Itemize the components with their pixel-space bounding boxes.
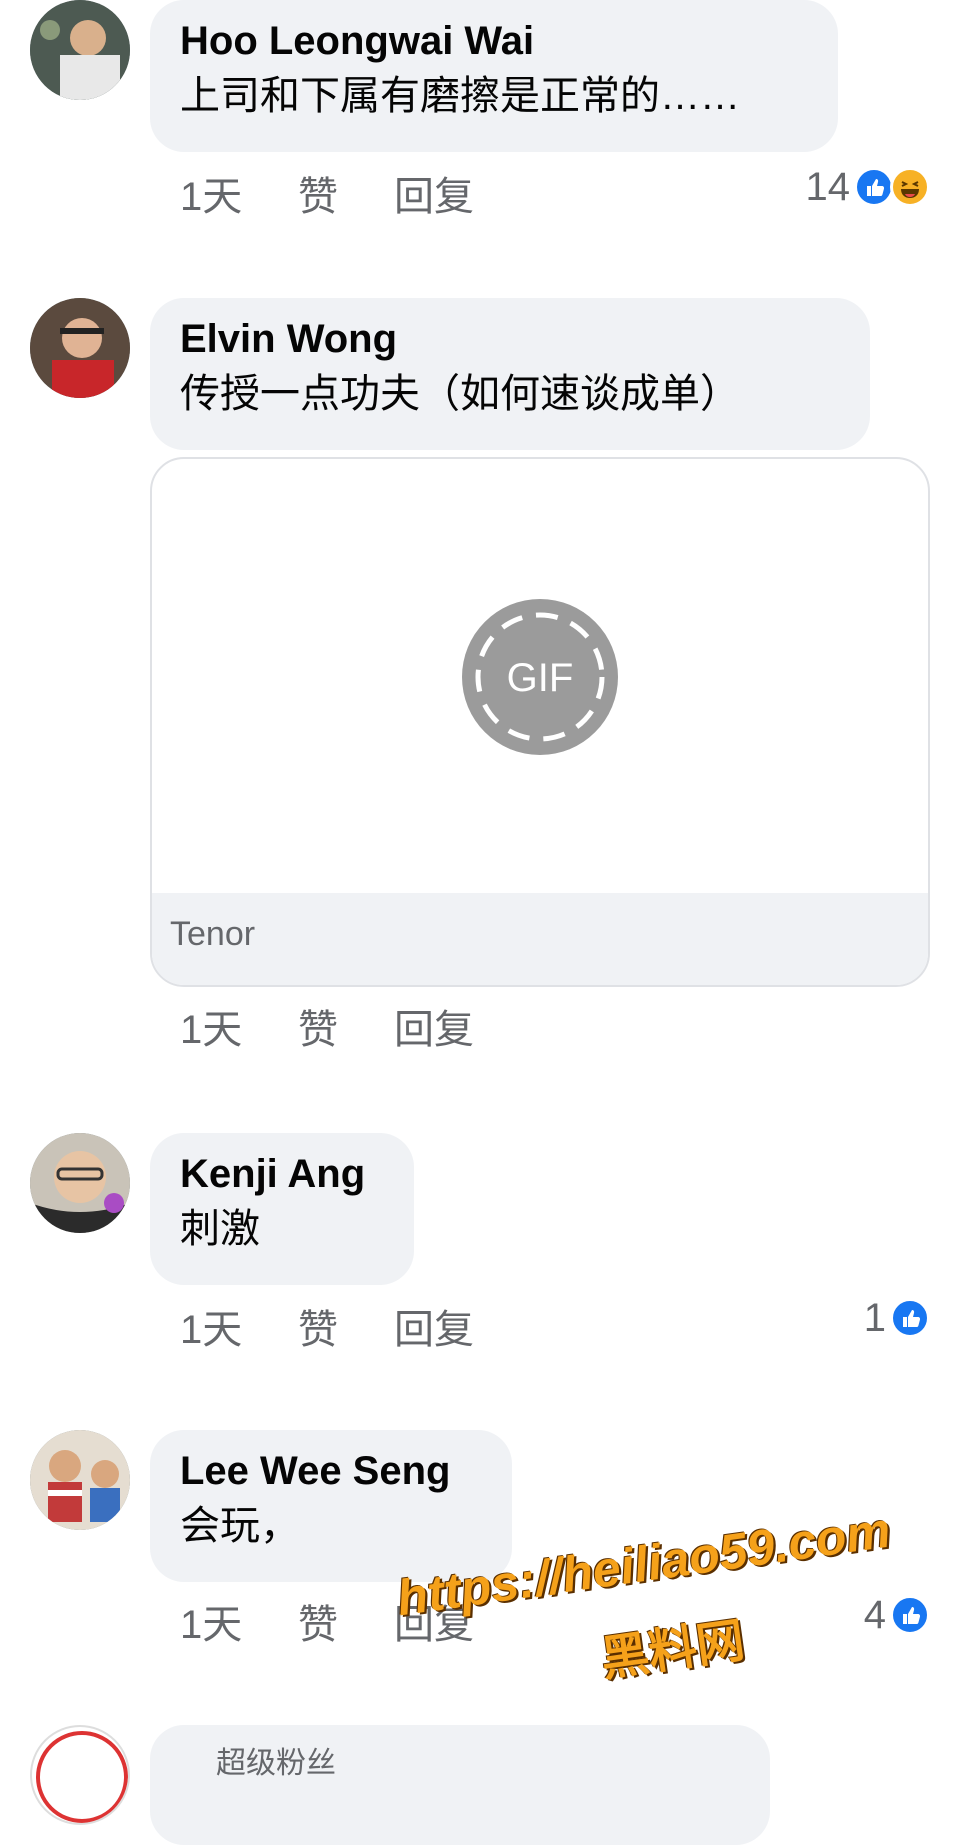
comment-bubble: Lee Wee Seng 会玩， bbox=[150, 1430, 512, 1582]
comment-bubble: Hoo Leongwai Wai 上司和下属有磨擦是正常的…… bbox=[150, 0, 838, 152]
reaction-summary[interactable]: 1 bbox=[864, 1293, 930, 1343]
comment-bubble: Elvin Wong 传授一点功夫（如何速谈成单） bbox=[150, 298, 870, 450]
avatar[interactable] bbox=[30, 1133, 130, 1233]
like-icon bbox=[890, 1298, 930, 1338]
gif-source: Tenor bbox=[170, 915, 256, 953]
reaction-count: 14 bbox=[805, 164, 851, 209]
avatar[interactable] bbox=[30, 298, 130, 398]
gif-source-bar: Tenor bbox=[152, 893, 928, 985]
comment-bubble: Kenji Ang 刺激 bbox=[150, 1133, 414, 1285]
like-button[interactable]: 赞 bbox=[298, 1005, 338, 1055]
like-button[interactable]: 赞 bbox=[298, 1305, 338, 1355]
reply-button[interactable]: 回复 bbox=[394, 1305, 474, 1355]
comment-text: 传授一点功夫（如何速谈成单） bbox=[180, 372, 740, 416]
commenter-name[interactable]: Lee Wee Seng bbox=[180, 1444, 482, 1498]
avatar[interactable] bbox=[30, 1725, 130, 1825]
commenter-name[interactable]: Hoo Leongwai Wai bbox=[180, 14, 808, 68]
gif-attachment[interactable]: GIF Tenor bbox=[150, 457, 930, 987]
haha-icon bbox=[890, 167, 930, 207]
comment-text: 刺激 bbox=[180, 1207, 260, 1251]
watermark-label: 黑料网 bbox=[597, 1614, 748, 1687]
timestamp[interactable]: 1天 bbox=[180, 1600, 242, 1650]
timestamp[interactable]: 1天 bbox=[180, 1005, 242, 1055]
reaction-count: 1 bbox=[863, 1295, 886, 1340]
reply-button[interactable]: 回复 bbox=[394, 172, 474, 222]
commenter-name[interactable]: Elvin Wong bbox=[180, 312, 840, 366]
reaction-summary[interactable]: 14 bbox=[805, 162, 930, 212]
commenter-name[interactable]: 超级粉丝 bbox=[180, 1737, 740, 1791]
avatar[interactable] bbox=[30, 1430, 130, 1530]
like-button[interactable]: 赞 bbox=[298, 1600, 338, 1650]
timestamp[interactable]: 1天 bbox=[180, 172, 242, 222]
reaction-count: 4 bbox=[863, 1592, 886, 1637]
comment-text: 会玩， bbox=[180, 1504, 300, 1548]
timestamp[interactable]: 1天 bbox=[180, 1305, 242, 1355]
comment-text: 上司和下属有磨擦是正常的…… bbox=[180, 74, 740, 118]
gif-label: GIF bbox=[507, 656, 574, 700]
avatar[interactable] bbox=[30, 0, 130, 100]
like-icon bbox=[854, 167, 894, 207]
comment-bubble: 超级粉丝 bbox=[150, 1725, 770, 1845]
commenter-name[interactable]: Kenji Ang bbox=[180, 1147, 384, 1201]
gif-icon: GIF bbox=[462, 599, 618, 755]
like-icon bbox=[890, 1595, 930, 1635]
reply-button[interactable]: 回复 bbox=[394, 1005, 474, 1055]
like-button[interactable]: 赞 bbox=[298, 172, 338, 222]
reaction-summary[interactable]: 4 bbox=[864, 1590, 930, 1640]
